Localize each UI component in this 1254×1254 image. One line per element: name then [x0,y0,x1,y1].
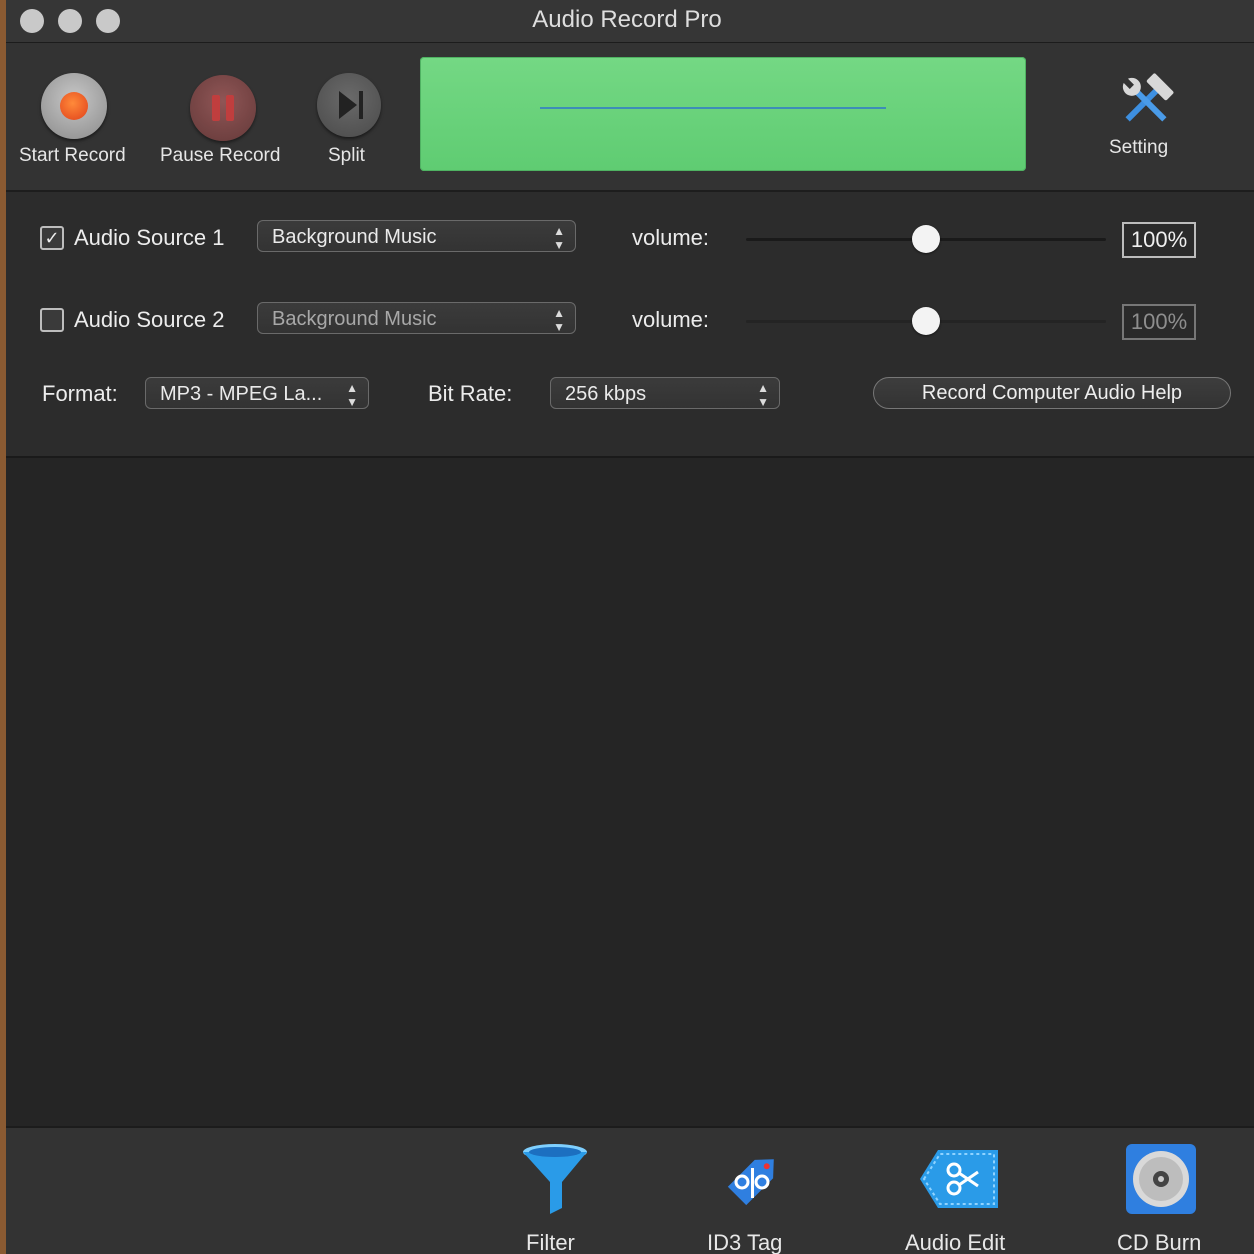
filter-button[interactable]: Filter [512,1138,602,1254]
audio-source-1-checkbox[interactable]: ✓ [40,226,64,250]
select-arrows-icon: ▲ ▼ [346,381,358,409]
tag-icon [716,1142,792,1216]
pause-record-button[interactable]: Pause Record [158,69,288,169]
audio-source-2-checkbox[interactable] [40,308,64,332]
level-meter [420,57,1026,171]
setting-label: Setting [1109,137,1169,158]
title-bar: Audio Record Pro [6,0,1254,43]
toolbar: Start Record Pause Record Split Setting [6,43,1254,192]
audio-source-2-select[interactable]: Background Music ▲ ▼ [257,302,576,334]
volume-1-value[interactable]: 100% [1122,222,1196,258]
select-arrows-icon: ▲ ▼ [553,306,565,334]
hammer-wrench-icon [1116,71,1176,131]
volume-2-label: volume: [632,307,710,332]
audio-source-2-label: Audio Source 2 [74,307,225,332]
skip-forward-icon [317,73,381,137]
audio-edit-button[interactable]: Audio Edit [898,1138,1028,1254]
pause-record-label: Pause Record [160,145,281,166]
bitrate-label: Bit Rate: [428,381,513,406]
audio-source-1-label: Audio Source 1 [74,225,225,250]
waveform-line [540,107,886,109]
audio-source-1-select[interactable]: Background Music ▲ ▼ [257,220,576,252]
bitrate-select[interactable]: 256 kbps ▲ ▼ [550,377,780,409]
setting-button[interactable]: Setting [1104,69,1194,169]
window-title: Audio Record Pro [532,6,722,33]
funnel-icon [520,1142,590,1214]
scissors-icon [920,1146,998,1212]
cd-burn-label: CD Burn [1117,1230,1202,1254]
audio-source-1-value: Background Music [272,226,437,248]
select-arrows-icon: ▲ ▼ [553,224,565,252]
volume-1-knob[interactable] [912,225,940,253]
volume-2-knob[interactable] [912,307,940,335]
volume-1-label: volume: [632,225,710,250]
start-record-button[interactable]: Start Record [16,69,136,169]
controls-panel: ✓ Audio Source 1 Background Music ▲ ▼ vol… [6,192,1254,458]
select-arrows-icon: ▲ ▼ [757,381,769,409]
format-value: MP3 - MPEG La... [160,383,323,405]
bottom-toolbar: Filter ID3 Tag Audio Edit CD Burn [6,1126,1254,1254]
start-record-label: Start Record [19,145,126,166]
id3-tag-label: ID3 Tag [707,1230,783,1254]
split-button[interactable]: Split [312,69,388,169]
pause-icon [190,75,256,141]
app-window: Audio Record Pro Start Record Pause Reco… [6,0,1254,1254]
split-label: Split [328,145,365,166]
id3-tag-button[interactable]: ID3 Tag [698,1138,808,1254]
audio-source-2-value: Background Music [272,308,437,330]
audio-edit-label: Audio Edit [905,1230,1006,1254]
format-select[interactable]: MP3 - MPEG La... ▲ ▼ [145,377,369,409]
record-computer-audio-help-button[interactable]: Record Computer Audio Help [873,377,1231,409]
recordings-list-area [6,458,1254,1126]
filter-label: Filter [526,1230,575,1254]
volume-2-value[interactable]: 100% [1122,304,1196,340]
cd-burn-button[interactable]: CD Burn [1110,1138,1220,1254]
format-label: Format: [42,381,118,406]
cd-icon [1124,1142,1198,1216]
record-icon [41,73,107,139]
bitrate-value: 256 kbps [565,383,647,405]
